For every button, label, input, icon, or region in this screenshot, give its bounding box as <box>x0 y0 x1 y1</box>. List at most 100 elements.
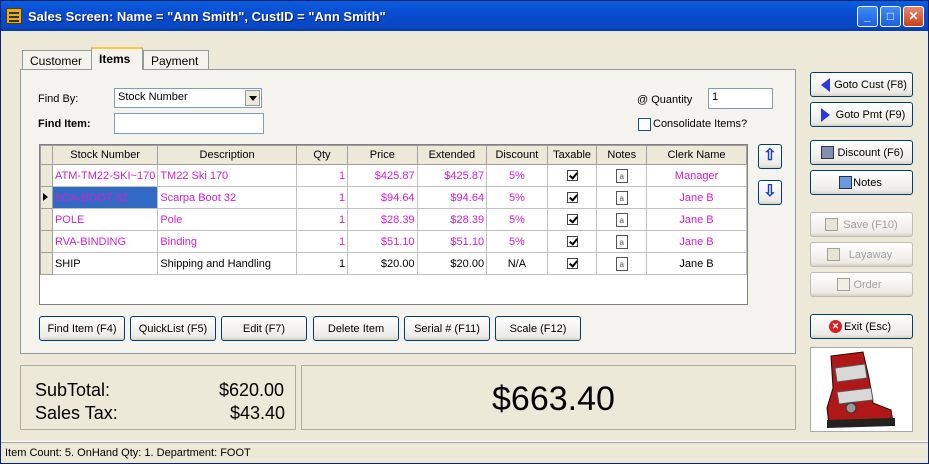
col-header[interactable]: Qty <box>295 145 349 165</box>
row-indicator[interactable] <box>40 164 53 187</box>
col-header[interactable]: Price <box>347 145 418 165</box>
taxable-check-icon[interactable] <box>566 214 578 226</box>
cell-taxable[interactable] <box>546 252 598 275</box>
cell-stock[interactable]: ATM-TM22-SKI~170 <box>51 164 159 187</box>
col-header[interactable]: Clerk Name <box>646 145 747 165</box>
cell-qty[interactable]: 1 <box>295 186 349 209</box>
cell-notes[interactable]: a <box>596 252 648 275</box>
table-row[interactable]: SHIP Shipping and Handling 1 $20.00 $20.… <box>40 252 747 275</box>
note-icon[interactable]: a <box>615 168 628 183</box>
edit-button[interactable]: Edit (F7) <box>221 316 307 341</box>
cell-extended[interactable]: $28.39 <box>416 208 488 231</box>
cell-discount[interactable]: 5% <box>486 208 548 231</box>
note-icon[interactable]: a <box>615 212 628 227</box>
taxable-check-icon[interactable] <box>566 192 578 204</box>
cell-extended[interactable]: $20.00 <box>416 252 488 275</box>
cell-stock[interactable]: SCA-BOOT-32 <box>51 186 159 209</box>
col-header[interactable]: Description <box>157 145 297 165</box>
cell-discount[interactable]: 5% <box>486 164 548 187</box>
close-button[interactable]: ✕ <box>903 6 924 27</box>
cell-description[interactable]: Shipping and Handling <box>157 252 297 275</box>
cell-price[interactable]: $425.87 <box>347 164 418 187</box>
cell-clerk[interactable]: Jane B <box>646 230 747 253</box>
cell-taxable[interactable] <box>546 208 598 231</box>
row-indicator[interactable] <box>40 208 53 231</box>
col-header[interactable]: Discount <box>486 145 548 165</box>
serial-button[interactable]: Serial # (F11) <box>404 316 490 341</box>
cell-description[interactable]: Scarpa Boot 32 <box>157 186 297 209</box>
col-header[interactable]: Notes <box>596 145 648 165</box>
col-header[interactable]: Extended <box>416 145 488 165</box>
cell-clerk[interactable]: Jane B <box>646 252 747 275</box>
quantity-input[interactable]: 1 <box>708 88 773 109</box>
cell-extended[interactable]: $51.10 <box>416 230 488 253</box>
minimize-button[interactable]: _ <box>857 6 878 27</box>
note-icon[interactable]: a <box>615 256 628 271</box>
table-row[interactable]: POLE Pole 1 $28.39 $28.39 5% a Jane B <box>40 208 747 231</box>
chevron-down-icon[interactable] <box>245 90 260 106</box>
maximize-button[interactable]: □ <box>880 6 901 27</box>
cell-discount[interactable]: 5% <box>486 230 548 253</box>
cell-notes[interactable]: a <box>596 186 648 209</box>
layaway-button[interactable]: Layaway <box>810 242 913 267</box>
cell-price[interactable]: $94.64 <box>347 186 418 209</box>
cell-clerk[interactable]: Jane B <box>646 186 747 209</box>
exit-button[interactable]: ✕ Exit (Esc) <box>810 314 913 339</box>
table-row[interactable]: ATM-TM22-SKI~170 TM22 Ski 170 1 $425.87 … <box>40 164 747 187</box>
move-down-button[interactable]: ⇩ <box>758 180 782 205</box>
cell-notes[interactable]: a <box>596 164 648 187</box>
cell-price[interactable]: $20.00 <box>347 252 418 275</box>
col-header[interactable]: Stock Number <box>51 145 159 165</box>
cell-taxable[interactable] <box>546 186 598 209</box>
taxable-check-icon[interactable] <box>566 236 578 248</box>
cell-qty[interactable]: 1 <box>295 252 349 275</box>
items-grid[interactable]: Stock Number Description Qty Price Exten… <box>39 144 748 305</box>
cell-description[interactable]: Binding <box>157 230 297 253</box>
note-icon[interactable]: a <box>615 190 628 205</box>
cell-extended[interactable]: $94.64 <box>416 186 488 209</box>
title-bar[interactable]: Sales Screen: Name = "Ann Smith", CustID… <box>1 1 928 31</box>
cell-price[interactable]: $51.10 <box>347 230 418 253</box>
cell-clerk[interactable]: Jane B <box>646 208 747 231</box>
note-icon[interactable]: a <box>615 234 628 249</box>
goto-pmt-button[interactable]: Goto Pmt (F9) <box>810 102 913 127</box>
cell-extended[interactable]: $425.87 <box>416 164 488 187</box>
row-indicator[interactable] <box>40 186 53 209</box>
cell-discount[interactable]: 5% <box>486 186 548 209</box>
tab-customer[interactable]: Customer <box>22 50 92 70</box>
order-button[interactable]: Order <box>810 272 913 297</box>
find-item-input[interactable] <box>114 113 264 134</box>
cell-taxable[interactable] <box>546 164 598 187</box>
cell-taxable[interactable] <box>546 230 598 253</box>
tab-payment[interactable]: Payment <box>143 50 209 70</box>
goto-cust-button[interactable]: Goto Cust (F8) <box>810 72 913 97</box>
quicklist-button[interactable]: QuickList (F5) <box>130 316 216 341</box>
cell-stock[interactable]: RVA-BINDING <box>51 230 159 253</box>
cell-notes[interactable]: a <box>596 230 648 253</box>
cell-discount[interactable]: N/A <box>486 252 548 275</box>
cell-notes[interactable]: a <box>596 208 648 231</box>
table-row[interactable]: SCA-BOOT-32 Scarpa Boot 32 1 $94.64 $94.… <box>40 186 747 209</box>
move-up-button[interactable]: ⇧ <box>758 144 782 169</box>
cell-description[interactable]: TM22 Ski 170 <box>157 164 297 187</box>
find-item-button[interactable]: Find Item (F4) <box>39 316 125 341</box>
cell-qty[interactable]: 1 <box>295 230 349 253</box>
taxable-check-icon[interactable] <box>566 258 578 270</box>
notes-button[interactable]: Notes <box>810 170 913 195</box>
find-by-select[interactable]: Stock Number <box>114 88 262 108</box>
scale-button[interactable]: Scale (F12) <box>495 316 581 341</box>
save-button[interactable]: Save (F10) <box>810 212 913 237</box>
discount-button[interactable]: Discount (F6) <box>810 140 913 165</box>
cell-stock[interactable]: POLE <box>51 208 159 231</box>
delete-item-button[interactable]: Delete Item <box>313 316 399 341</box>
table-row[interactable]: RVA-BINDING Binding 1 $51.10 $51.10 5% a… <box>40 230 747 253</box>
consolidate-checkbox[interactable] <box>638 118 651 131</box>
cell-clerk[interactable]: Manager <box>646 164 747 187</box>
row-indicator[interactable] <box>40 230 53 253</box>
cell-qty[interactable]: 1 <box>295 164 349 187</box>
cell-description[interactable]: Pole <box>157 208 297 231</box>
taxable-check-icon[interactable] <box>566 170 578 182</box>
row-indicator[interactable] <box>40 252 53 275</box>
cell-qty[interactable]: 1 <box>295 208 349 231</box>
cell-stock[interactable]: SHIP <box>51 252 159 275</box>
